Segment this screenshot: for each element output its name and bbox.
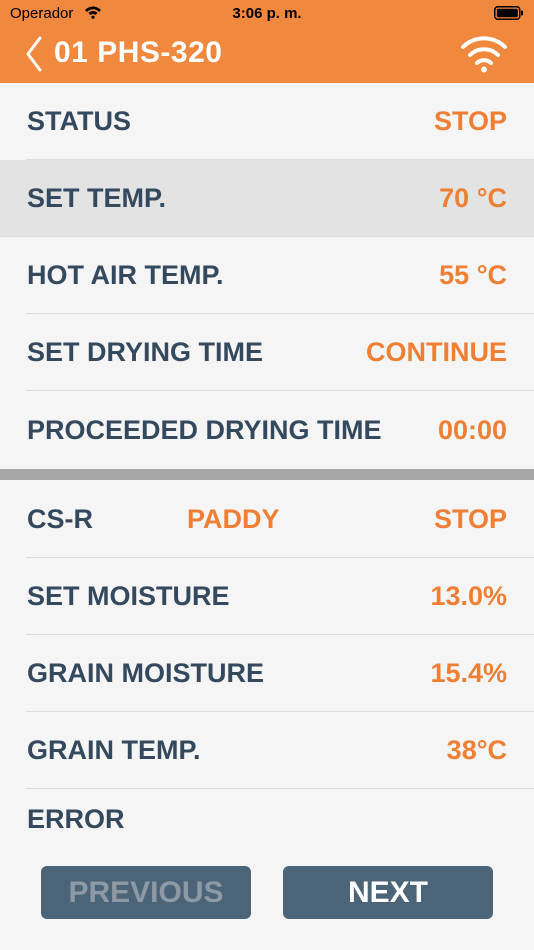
hot-air-temp-row[interactable]: HOT AIR TEMP. 55 °C [0,237,534,314]
error-row: ERROR [0,789,534,849]
set-temp-label: SET TEMP. [27,183,167,213]
nav-bar: 01 PHS-320 [0,26,534,83]
meter-status: STOP [433,504,507,534]
error-label: ERROR [27,804,125,834]
grain-type: PADDY [187,504,280,534]
row-divider [26,390,534,391]
proceeded-drying-time-label: PROCEEDED DRYING TIME [27,415,382,445]
set-drying-time-row[interactable]: SET DRYING TIME CONTINUE [0,314,534,391]
status-bar: Operador 3:06 p. m. [0,0,534,26]
grain-temp-row[interactable]: GRAIN TEMP. 38°C [0,712,534,789]
cs-r-row[interactable]: CS-R PADDY STOP [0,481,534,558]
next-button[interactable]: NEXT [283,866,493,919]
grain-temp-value: 38°C [446,735,507,765]
grain-moisture-value: 15.4% [430,658,507,688]
back-chevron-icon[interactable] [24,34,44,74]
proceeded-drying-time-row[interactable]: PROCEEDED DRYING TIME 00:00 [0,392,534,469]
set-drying-time-label: SET DRYING TIME [27,337,264,367]
grain-temp-label: GRAIN TEMP. [27,735,201,765]
set-temp-row[interactable]: SET TEMP. 70 °C [0,160,534,237]
meter-name: CS-R [27,504,93,534]
proceeded-drying-time-value: 00:00 [437,415,507,445]
status-row[interactable]: STATUS STOP [0,83,534,160]
grain-moisture-row[interactable]: GRAIN MOISTURE 15.4% [0,635,534,712]
hot-air-temp-value: 55 °C [439,260,507,290]
grain-moisture-label: GRAIN MOISTURE [27,658,265,688]
previous-button[interactable]: PREVIOUS [41,866,251,919]
hot-air-temp-label: HOT AIR TEMP. [27,260,224,290]
set-moisture-row[interactable]: SET MOISTURE 13.0% [0,558,534,635]
device-title: 01 PHS-320 [54,36,223,69]
set-moisture-value: 13.0% [430,581,507,611]
clock: 3:06 p. m. [232,5,302,22]
status-value: STOP [433,106,507,136]
battery-icon [494,6,523,20]
set-moisture-label: SET MOISTURE [27,581,230,611]
set-drying-time-value: CONTINUE [366,337,507,367]
section-divider [0,469,534,480]
set-temp-value: 70 °C [439,183,507,213]
wifi-connection-icon[interactable] [460,34,508,74]
status-label: STATUS [27,106,131,136]
